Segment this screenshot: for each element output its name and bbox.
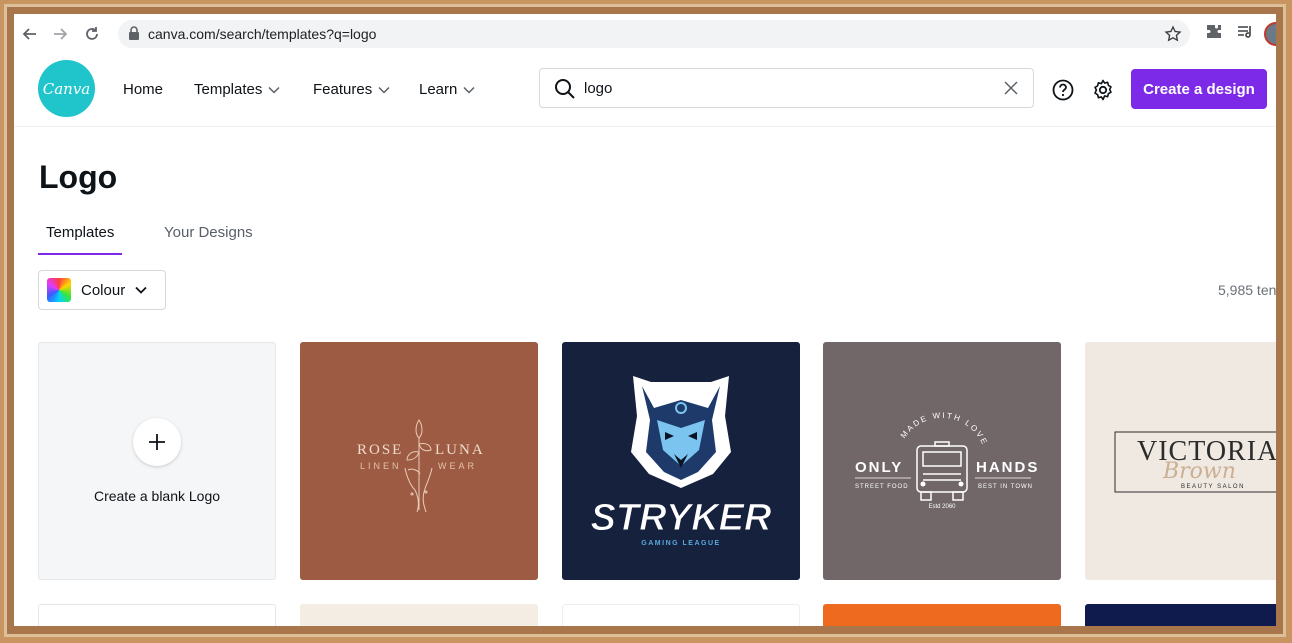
beauty-salon-text: BEAUTY SALON (1181, 484, 1245, 490)
colour-filter-label: Colour (81, 281, 126, 299)
chevron-down-icon (268, 86, 280, 94)
search-box (539, 68, 1034, 108)
extensions-puzzle-icon[interactable] (1205, 23, 1223, 41)
plus-button[interactable] (133, 418, 181, 466)
result-count: 5,985 ten (1218, 282, 1276, 298)
blank-card-label: Create a blank Logo (93, 488, 221, 504)
reload-icon (86, 27, 98, 40)
nav-features[interactable]: Features (313, 81, 390, 98)
stryker-text: STRYKER (591, 497, 772, 539)
nav-templates-label: Templates (194, 81, 263, 98)
forward-button[interactable] (48, 22, 72, 46)
victoria-brown-logo-art: VICTORIA Brown BEAUTY SALON (1114, 431, 1276, 493)
help-icon[interactable] (1052, 79, 1074, 101)
only-text: ONLY (855, 459, 903, 476)
rose-luna-logo-art: ROSE LUNA LINEN WEAR (357, 419, 485, 513)
linen-text: LINEN (360, 461, 402, 471)
reload-button[interactable] (80, 22, 104, 46)
template-card-stryker[interactable]: STRYKER GAMING LEAGUE (562, 342, 800, 580)
profile-avatar[interactable] (1264, 22, 1276, 46)
street-food-text: STREET FOOD (855, 484, 909, 490)
template-card-row2-1[interactable] (38, 604, 276, 626)
colour-swatch-icon (47, 278, 71, 302)
only-hands-truck-logo-art: MADE WITH LOVE ONLY HANDS STREET FOOD BE… (855, 411, 1039, 510)
template-card-row2-2[interactable] (300, 604, 538, 626)
colour-filter-button[interactable]: Colour (38, 270, 166, 310)
canva-logo[interactable]: Canva (38, 60, 95, 117)
bookmark-star-icon[interactable] (1164, 25, 1182, 43)
template-card-only-hands[interactable]: MADE WITH LOVE ONLY HANDS STREET FOOD BE… (823, 342, 1061, 580)
clear-search-icon[interactable] (1003, 80, 1019, 96)
hands-text: HANDS (976, 459, 1039, 476)
nav-home[interactable]: Home (123, 81, 163, 98)
address-bar[interactable]: canva.com/search/templates?q=logo (118, 20, 1190, 48)
template-card-rose-luna[interactable]: ROSE LUNA LINEN WEAR (300, 342, 538, 580)
best-in-town-text: BEST IN TOWN (978, 484, 1033, 490)
search-input[interactable] (584, 77, 964, 99)
create-design-button[interactable]: Create a design (1131, 69, 1267, 109)
site-header: Canva Home Templates Features Learn Crea… (14, 54, 1276, 127)
nav-learn[interactable]: Learn (419, 81, 475, 98)
reading-list-icon[interactable] (1236, 23, 1254, 41)
gear-icon[interactable] (1092, 79, 1114, 101)
plus-icon (149, 434, 165, 450)
browser-toolbar: canva.com/search/templates?q=logo (14, 14, 1276, 55)
est-text: Estd 2060 (928, 504, 956, 510)
logo-text: Canva (42, 79, 91, 98)
forward-arrow-icon (54, 28, 68, 40)
chevron-down-icon (135, 286, 147, 294)
chevron-down-icon (378, 86, 390, 94)
lock-icon (129, 26, 139, 40)
nav-templates[interactable]: Templates (194, 81, 280, 98)
tab-your-designs[interactable]: Your Designs (156, 224, 261, 253)
nav-features-label: Features (313, 81, 373, 98)
chevron-down-icon (463, 86, 475, 94)
stryker-wolf-logo-art: STRYKER GAMING LEAGUE (590, 376, 773, 547)
nav-home-label: Home (123, 81, 164, 98)
nav-learn-label: Learn (419, 81, 458, 98)
brown-script-text: Brown (1162, 459, 1236, 484)
tab-templates[interactable]: Templates (38, 224, 123, 255)
url-text: canva.com/search/templates?q=logo (148, 26, 377, 42)
search-icon (555, 79, 575, 99)
template-card-row2-3[interactable] (562, 604, 800, 626)
back-button[interactable] (18, 22, 42, 46)
rose-text: ROSE (357, 442, 403, 458)
luna-text: LUNA (435, 442, 485, 458)
page-title: Logo (39, 159, 118, 195)
gaming-league-text: GAMING LEAGUE (641, 540, 720, 547)
template-card-victoria-brown[interactable]: VICTORIA Brown BEAUTY SALON (1085, 342, 1276, 580)
template-card-row2-4[interactable] (823, 604, 1061, 626)
create-blank-card[interactable]: Create a blank Logo (38, 342, 276, 580)
template-card-row2-5[interactable] (1085, 604, 1276, 626)
back-arrow-icon (22, 28, 36, 40)
wear-text: WEAR (438, 461, 477, 471)
browser-window: canva.com/search/templates?q=logo Canva … (14, 14, 1276, 626)
